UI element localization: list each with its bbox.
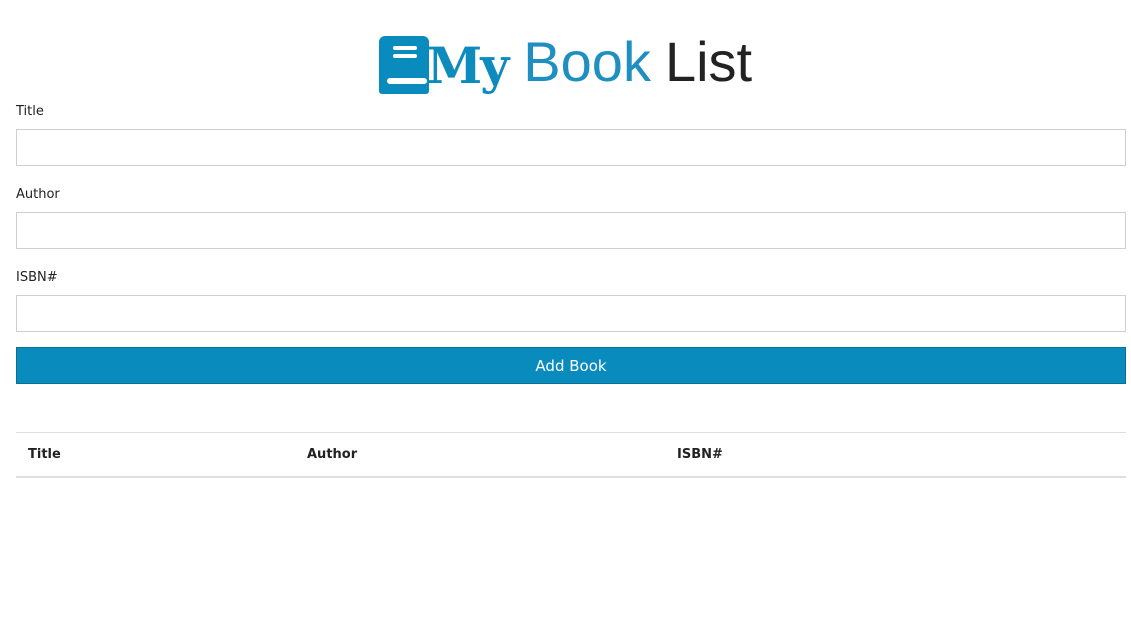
app-header: My Book List — [0, 26, 1131, 96]
column-header-author: Author — [307, 447, 358, 462]
isbn-label: ISBN# — [16, 270, 58, 285]
column-header-isbn: ISBN# — [677, 447, 723, 462]
app-title-book: Book — [523, 30, 651, 93]
book-icon — [378, 36, 429, 94]
add-book-button[interactable]: Add Book — [16, 347, 1126, 384]
author-label: Author — [16, 187, 60, 202]
logo-my-text: My — [426, 36, 509, 95]
author-input[interactable] — [16, 212, 1126, 249]
book-table-header: Title Author ISBN# — [16, 432, 1126, 477]
book-table: Title Author ISBN# — [16, 432, 1126, 478]
app-title-list: List — [664, 30, 753, 93]
title-label: Title — [16, 104, 44, 119]
title-input[interactable] — [16, 129, 1126, 166]
logo: My Book List — [378, 28, 753, 95]
table-header-row: Title Author ISBN# — [16, 432, 1126, 477]
column-header-title: Title — [28, 447, 61, 462]
isbn-input[interactable] — [16, 295, 1126, 332]
page: My Book List Title Author ISBN# Add Book… — [0, 0, 1131, 643]
